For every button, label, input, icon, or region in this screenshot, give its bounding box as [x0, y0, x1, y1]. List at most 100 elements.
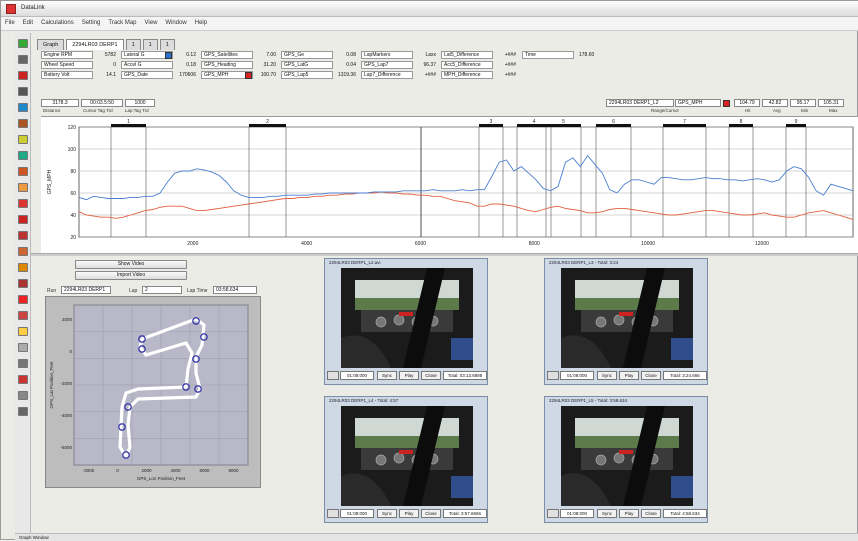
- lap-icon[interactable]: [18, 119, 28, 128]
- track-map-panel[interactable]: -2000 0 2000 4000 6000 8000 2000 0 -2000 -4000 -60…: [45, 296, 261, 488]
- video-panel-3[interactable]: 2294LR03 DERP1_L4 - Total: 4:57 01:08:000…: [324, 396, 488, 523]
- video-frame[interactable]: [561, 406, 693, 506]
- split-icon[interactable]: [18, 231, 28, 240]
- menu-view[interactable]: View: [141, 17, 162, 29]
- video-sync-button[interactable]: Sync: [597, 509, 617, 518]
- video-time-field[interactable]: 01:08:000: [340, 509, 374, 518]
- param-label-2[interactable]: Battery Volt: [41, 71, 93, 79]
- export-icon[interactable]: [18, 151, 28, 160]
- show-video-button[interactable]: Show Video: [75, 260, 187, 269]
- copy-icon[interactable]: [18, 359, 28, 368]
- param-label-9[interactable]: GPS_Ge: [281, 51, 333, 59]
- cursor-icon[interactable]: [18, 39, 28, 48]
- video-panel-1[interactable]: 2294LR03 DERP1_L2.avi 01:08:000 Sync Play Cl…: [324, 258, 488, 385]
- clipboard-icon[interactable]: [18, 343, 28, 352]
- video-time-field[interactable]: 01:08:000: [560, 509, 594, 518]
- param-swatch-8[interactable]: [245, 72, 252, 79]
- param-label-10[interactable]: GPS_LatG: [281, 61, 333, 69]
- param-label-4[interactable]: Accel G: [121, 61, 173, 69]
- tab-4[interactable]: 1: [159, 39, 175, 50]
- param-swatch-3[interactable]: [165, 52, 172, 59]
- menu-window[interactable]: Window: [161, 17, 190, 29]
- lap-compare-icon[interactable]: [18, 279, 28, 288]
- lap-time-readout[interactable]: 1000: [125, 99, 155, 107]
- video-time-field[interactable]: 01:08:000: [560, 371, 594, 380]
- track-map-svg[interactable]: -2000 0 2000 4000 6000 8000 2000 0 -2000 -4000 -60…: [46, 297, 262, 489]
- marker-icon[interactable]: [18, 71, 28, 80]
- video-frame[interactable]: [341, 268, 473, 368]
- video-step-button[interactable]: [327, 371, 339, 380]
- menu-help[interactable]: Help: [191, 17, 211, 29]
- video-step-button[interactable]: [327, 509, 339, 518]
- channel-select[interactable]: 2294LR03 DERP1_L2: [606, 99, 674, 107]
- lap-field[interactable]: 2: [142, 286, 182, 294]
- video-step-button[interactable]: [547, 371, 559, 380]
- run-field[interactable]: 2294LR03 DERP1: [61, 286, 111, 294]
- sector-icon[interactable]: [18, 183, 28, 192]
- delete-icon[interactable]: [18, 375, 28, 384]
- param-label-12[interactable]: LapMarkers: [361, 51, 413, 59]
- param-label-15[interactable]: Lat5_Difference: [441, 51, 493, 59]
- video-panel-4[interactable]: 2294LR03 DERP1_L5 - Total: 3:58.634 01:08…: [544, 396, 708, 523]
- tab-1[interactable]: 2294LR03 DERP1: [66, 39, 124, 50]
- cursor-time-readout[interactable]: 00:03.5:50: [81, 99, 123, 107]
- menu-setting[interactable]: Setting: [78, 17, 105, 29]
- speed-graph[interactable]: 120 100 80 60 40 20 GPS_MPH 2000 4000 6000 8000 100…: [41, 116, 858, 254]
- menu-file[interactable]: File: [1, 17, 19, 29]
- tab-2[interactable]: 1: [125, 39, 141, 50]
- print-icon[interactable]: [18, 391, 28, 400]
- menu-calculations[interactable]: Calculations: [37, 17, 78, 29]
- channel-icon[interactable]: [18, 103, 28, 112]
- zoom-icon[interactable]: [18, 55, 28, 64]
- title-bar[interactable]: DataLink: [1, 1, 858, 17]
- param-label-7[interactable]: GPS_Heading: [201, 61, 253, 69]
- video-step-button[interactable]: [547, 509, 559, 518]
- channel-name[interactable]: GPS_MPH: [675, 99, 721, 107]
- param-label-1[interactable]: Wheel Speed: [41, 61, 93, 69]
- help-icon[interactable]: [18, 407, 28, 416]
- pan-icon[interactable]: [18, 87, 28, 96]
- param-label-6[interactable]: GPS_Satellites: [201, 51, 253, 59]
- video-close-button[interactable]: Close: [421, 371, 441, 380]
- speed-graph-svg[interactable]: 120 100 80 60 40 20 GPS_MPH 2000 4000 6000 8000 100…: [41, 117, 858, 255]
- menu-track-map[interactable]: Track Map: [104, 17, 140, 29]
- flag-icon[interactable]: [18, 167, 28, 176]
- tag-icon[interactable]: [18, 311, 28, 320]
- tab-3[interactable]: 1: [142, 39, 158, 50]
- plot-area[interactable]: [78, 126, 854, 238]
- video-play-button[interactable]: Play: [399, 371, 419, 380]
- channel-color-swatch[interactable]: [723, 100, 730, 107]
- video-play-button[interactable]: Play: [619, 509, 639, 518]
- status-tab[interactable]: Graph Window: [19, 535, 49, 540]
- video-frame[interactable]: [561, 268, 693, 368]
- menu-edit[interactable]: Edit: [19, 17, 37, 29]
- video-close-button[interactable]: Close: [641, 509, 661, 518]
- distance-readout[interactable]: 3178.3: [41, 99, 79, 107]
- reference-icon[interactable]: [18, 247, 28, 256]
- record-icon[interactable]: [18, 295, 28, 304]
- param-label-14[interactable]: Lap7_Difference: [361, 71, 413, 79]
- param-label-16[interactable]: Acc5_Difference: [441, 61, 493, 69]
- video-play-button[interactable]: Play: [399, 509, 419, 518]
- tab-0[interactable]: Graph: [37, 39, 65, 50]
- import-video-button[interactable]: Import Video: [75, 271, 187, 280]
- laptime-field[interactable]: 03:58.634: [213, 286, 257, 294]
- arrow-right-icon[interactable]: [18, 215, 28, 224]
- video-frame[interactable]: [341, 406, 473, 506]
- stop-icon[interactable]: [18, 199, 28, 208]
- param-label-0[interactable]: Engine RPM: [41, 51, 93, 59]
- video-sync-button[interactable]: Sync: [377, 509, 397, 518]
- video-play-button[interactable]: Play: [619, 371, 639, 380]
- gear-icon[interactable]: [18, 263, 28, 272]
- param-label-17[interactable]: MPH_Difference: [441, 71, 493, 79]
- video-sync-button[interactable]: Sync: [377, 371, 397, 380]
- param-label-11[interactable]: GPS_Lap5: [281, 71, 333, 79]
- pane-splitter[interactable]: [31, 253, 858, 256]
- note-icon[interactable]: [18, 327, 28, 336]
- video-sync-button[interactable]: Sync: [597, 371, 617, 380]
- video-time-field[interactable]: 01:08:000: [340, 371, 374, 380]
- math-icon[interactable]: [18, 135, 28, 144]
- param-label-13[interactable]: GPS_Lap7: [361, 61, 413, 69]
- video-close-button[interactable]: Close: [641, 371, 661, 380]
- video-panel-2[interactable]: 2294LR03 DERP1_L3 - Total: 3:24 01:08:000…: [544, 258, 708, 385]
